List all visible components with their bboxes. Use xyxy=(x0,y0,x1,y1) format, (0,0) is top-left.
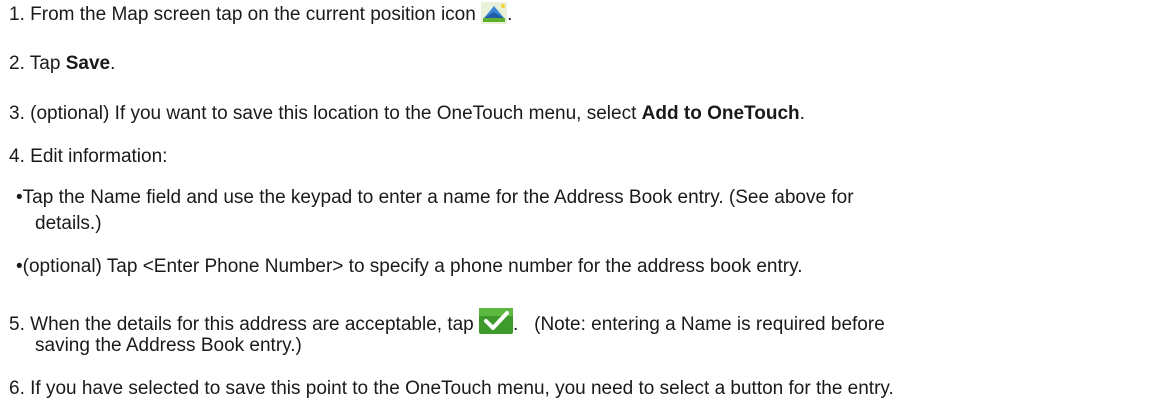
step-2-end: . xyxy=(110,53,116,74)
save-label: Save xyxy=(65,53,111,74)
step-1: 1. From the Map screen tap on the curren… xyxy=(9,2,512,27)
step-3: 3. (optional) If you want to save this l… xyxy=(9,102,805,126)
step-1-end: . xyxy=(507,4,513,25)
bullet-1-text: •Tap the Name field and use the keypad t… xyxy=(16,187,854,208)
step-3-number: 3. xyxy=(9,103,25,124)
current-position-icon xyxy=(481,2,508,24)
step-5: 5. When the details for this address are… xyxy=(9,308,885,337)
step-5-text: When the details for this address are ac… xyxy=(30,314,474,335)
add-to-onetouch-label: Add to OneTouch xyxy=(641,103,800,124)
step-2-number: 2. xyxy=(9,53,25,74)
bullet-2-text: •(optional) Tap <Enter Phone Number> to … xyxy=(16,256,803,277)
step-5-continued: saving the Address Book entry.) xyxy=(35,334,302,358)
step-2-text: Tap xyxy=(29,53,66,74)
step-2: 2. Tap Save. xyxy=(9,52,115,76)
step-3-end: . xyxy=(799,103,805,124)
step-5-text-line2: saving the Address Book entry.) xyxy=(35,335,302,356)
green-checkmark-icon xyxy=(479,308,514,334)
bullet-1-text-line2: details.) xyxy=(35,213,102,234)
step-5-number: 5. xyxy=(9,314,25,335)
bullet-1-continued: details.) xyxy=(35,212,102,236)
step-3-text: (optional) If you want to save this loca… xyxy=(30,103,642,124)
step-1-number: 1. xyxy=(9,4,25,25)
step-4-number: 4. xyxy=(9,146,25,167)
step-4-text: Edit information: xyxy=(30,146,168,167)
step-1-text: From the Map screen tap on the current p… xyxy=(30,4,476,25)
bullet-2: •(optional) Tap <Enter Phone Number> to … xyxy=(16,255,802,279)
step-6-text: If you have selected to save this point … xyxy=(30,378,894,399)
step-6: 6. If you have selected to save this poi… xyxy=(9,377,894,401)
step-4: 4. Edit information: xyxy=(9,145,167,169)
step-6-number: 6. xyxy=(9,378,25,399)
step-5-end: . (Note: entering a Name is required bef… xyxy=(513,314,885,335)
bullet-1: •Tap the Name field and use the keypad t… xyxy=(16,186,854,210)
